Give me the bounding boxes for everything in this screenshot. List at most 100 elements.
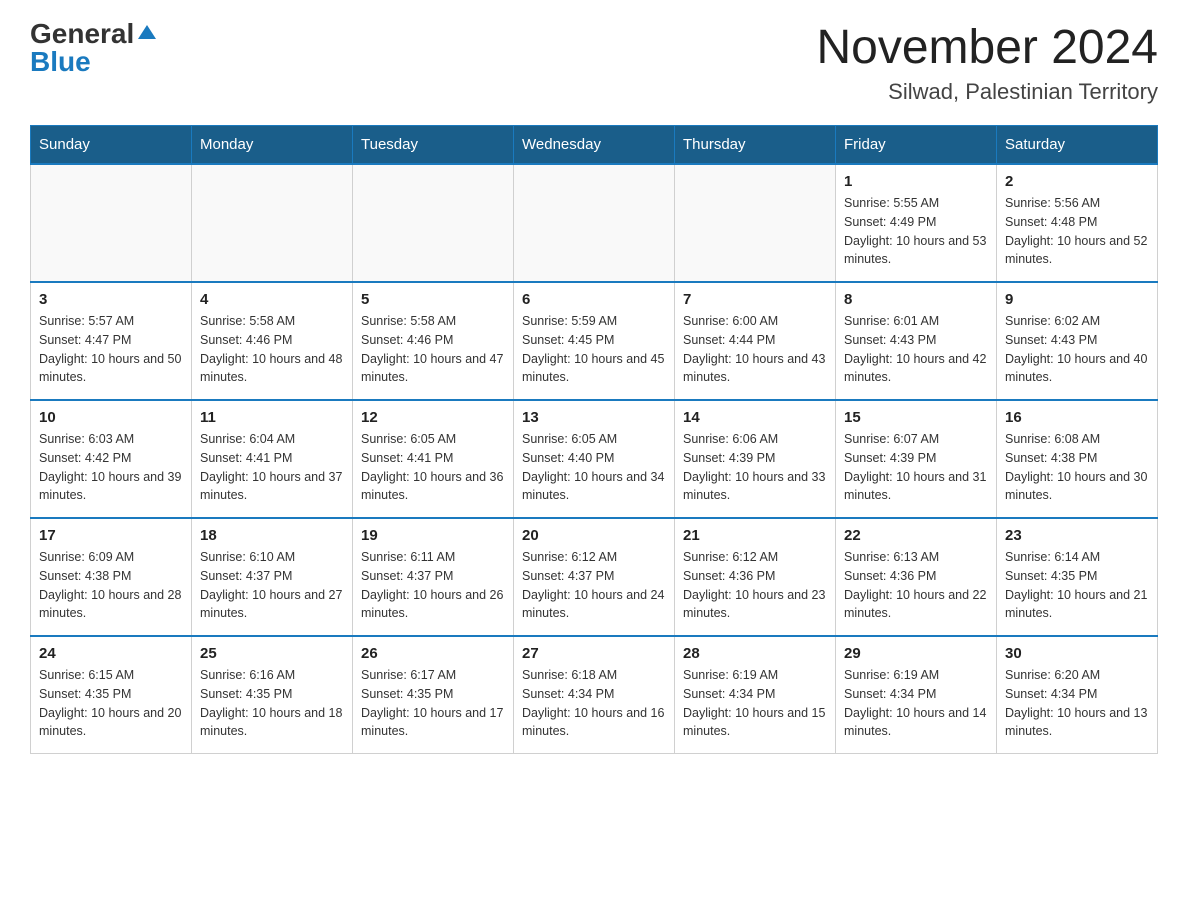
day-number: 29 bbox=[844, 645, 988, 662]
day-info: Sunrise: 6:01 AMSunset: 4:43 PMDaylight:… bbox=[844, 312, 988, 387]
day-number: 7 bbox=[683, 291, 827, 308]
calendar-cell: 14Sunrise: 6:06 AMSunset: 4:39 PMDayligh… bbox=[675, 400, 836, 518]
day-number: 5 bbox=[361, 291, 505, 308]
day-info: Sunrise: 6:00 AMSunset: 4:44 PMDaylight:… bbox=[683, 312, 827, 387]
calendar-cell: 18 Sunrise: 6:10 AMSunset: 4:37 PMDayligh… bbox=[192, 518, 353, 636]
day-number: 18 bbox=[200, 527, 344, 544]
calendar-cell: 13 Sunrise: 6:05 AMSunset: 4:40 PMDayligh… bbox=[514, 400, 675, 518]
logo-blue-text: Blue bbox=[30, 48, 91, 76]
day-number: 28 bbox=[683, 645, 827, 662]
day-number: 30 bbox=[1005, 645, 1149, 662]
calendar-week-row: 10Sunrise: 6:03 AMSunset: 4:42 PMDayligh… bbox=[31, 400, 1158, 518]
calendar-cell: 7 Sunrise: 6:00 AMSunset: 4:44 PMDaylight… bbox=[675, 282, 836, 400]
weekday-header: Thursday bbox=[675, 126, 836, 165]
page-header: General Blue November 2024 Silwad, Pales… bbox=[30, 20, 1158, 105]
day-info: Sunrise: 6:09 AMSunset: 4:38 PMDaylight:… bbox=[39, 548, 183, 623]
calendar-cell bbox=[514, 164, 675, 282]
weekday-header: Wednesday bbox=[514, 126, 675, 165]
calendar-cell: 1 Sunrise: 5:55 AMSunset: 4:49 PMDaylight… bbox=[836, 164, 997, 282]
calendar-cell: 10Sunrise: 6:03 AMSunset: 4:42 PMDayligh… bbox=[31, 400, 192, 518]
calendar-cell: 11 Sunrise: 6:04 AMSunset: 4:41 PMDayligh… bbox=[192, 400, 353, 518]
calendar-cell: 30 Sunrise: 6:20 AMSunset: 4:34 PMDayligh… bbox=[997, 636, 1158, 754]
weekday-header: Saturday bbox=[997, 126, 1158, 165]
day-number: 15 bbox=[844, 409, 988, 426]
day-info: Sunrise: 6:04 AMSunset: 4:41 PMDaylight:… bbox=[200, 430, 344, 505]
day-info: Sunrise: 5:56 AMSunset: 4:48 PMDaylight:… bbox=[1005, 194, 1149, 269]
calendar-week-row: 24 Sunrise: 6:15 AMSunset: 4:35 PMDayligh… bbox=[31, 636, 1158, 754]
calendar-cell: 29 Sunrise: 6:19 AMSunset: 4:34 PMDayligh… bbox=[836, 636, 997, 754]
calendar-cell: 24 Sunrise: 6:15 AMSunset: 4:35 PMDayligh… bbox=[31, 636, 192, 754]
day-info: Sunrise: 6:10 AMSunset: 4:37 PMDaylight:… bbox=[200, 548, 344, 623]
calendar-cell: 12 Sunrise: 6:05 AMSunset: 4:41 PMDayligh… bbox=[353, 400, 514, 518]
calendar-cell: 26Sunrise: 6:17 AMSunset: 4:35 PMDayligh… bbox=[353, 636, 514, 754]
day-number: 21 bbox=[683, 527, 827, 544]
calendar-cell bbox=[31, 164, 192, 282]
calendar-cell: 20 Sunrise: 6:12 AMSunset: 4:37 PMDayligh… bbox=[514, 518, 675, 636]
calendar-cell: 28Sunrise: 6:19 AMSunset: 4:34 PMDayligh… bbox=[675, 636, 836, 754]
calendar-cell: 27Sunrise: 6:18 AMSunset: 4:34 PMDayligh… bbox=[514, 636, 675, 754]
day-number: 23 bbox=[1005, 527, 1149, 544]
calendar-week-row: 1 Sunrise: 5:55 AMSunset: 4:49 PMDaylight… bbox=[31, 164, 1158, 282]
day-info: Sunrise: 5:59 AMSunset: 4:45 PMDaylight:… bbox=[522, 312, 666, 387]
day-info: Sunrise: 6:05 AMSunset: 4:40 PMDaylight:… bbox=[522, 430, 666, 505]
day-number: 20 bbox=[522, 527, 666, 544]
day-number: 4 bbox=[200, 291, 344, 308]
day-number: 12 bbox=[361, 409, 505, 426]
calendar-cell: 3Sunrise: 5:57 AMSunset: 4:47 PMDaylight… bbox=[31, 282, 192, 400]
day-info: Sunrise: 6:12 AMSunset: 4:37 PMDaylight:… bbox=[522, 548, 666, 623]
day-info: Sunrise: 6:19 AMSunset: 4:34 PMDaylight:… bbox=[844, 666, 988, 741]
day-info: Sunrise: 6:06 AMSunset: 4:39 PMDaylight:… bbox=[683, 430, 827, 505]
day-number: 13 bbox=[522, 409, 666, 426]
logo: General Blue bbox=[30, 20, 158, 76]
calendar-week-row: 17 Sunrise: 6:09 AMSunset: 4:38 PMDayligh… bbox=[31, 518, 1158, 636]
day-info: Sunrise: 6:18 AMSunset: 4:34 PMDaylight:… bbox=[522, 666, 666, 741]
calendar-cell: 19 Sunrise: 6:11 AMSunset: 4:37 PMDayligh… bbox=[353, 518, 514, 636]
day-number: 2 bbox=[1005, 173, 1149, 190]
calendar-cell: 16 Sunrise: 6:08 AMSunset: 4:38 PMDayligh… bbox=[997, 400, 1158, 518]
day-number: 16 bbox=[1005, 409, 1149, 426]
day-number: 19 bbox=[361, 527, 505, 544]
day-number: 24 bbox=[39, 645, 183, 662]
title-block: November 2024 Silwad, Palestinian Territ… bbox=[816, 20, 1158, 105]
day-number: 6 bbox=[522, 291, 666, 308]
weekday-header: Monday bbox=[192, 126, 353, 165]
day-info: Sunrise: 6:16 AMSunset: 4:35 PMDaylight:… bbox=[200, 666, 344, 741]
calendar-header-row: SundayMondayTuesdayWednesdayThursdayFrid… bbox=[31, 126, 1158, 165]
calendar-cell: 6 Sunrise: 5:59 AMSunset: 4:45 PMDaylight… bbox=[514, 282, 675, 400]
day-number: 11 bbox=[200, 409, 344, 426]
day-info: Sunrise: 6:15 AMSunset: 4:35 PMDaylight:… bbox=[39, 666, 183, 741]
day-number: 1 bbox=[844, 173, 988, 190]
calendar-cell: 15 Sunrise: 6:07 AMSunset: 4:39 PMDayligh… bbox=[836, 400, 997, 518]
calendar-cell bbox=[192, 164, 353, 282]
page-title: November 2024 bbox=[816, 20, 1158, 75]
day-info: Sunrise: 6:12 AMSunset: 4:36 PMDaylight:… bbox=[683, 548, 827, 623]
day-info: Sunrise: 6:05 AMSunset: 4:41 PMDaylight:… bbox=[361, 430, 505, 505]
weekday-header: Friday bbox=[836, 126, 997, 165]
day-info: Sunrise: 6:13 AMSunset: 4:36 PMDaylight:… bbox=[844, 548, 988, 623]
day-info: Sunrise: 6:02 AMSunset: 4:43 PMDaylight:… bbox=[1005, 312, 1149, 387]
day-info: Sunrise: 5:55 AMSunset: 4:49 PMDaylight:… bbox=[844, 194, 988, 269]
day-info: Sunrise: 6:11 AMSunset: 4:37 PMDaylight:… bbox=[361, 548, 505, 623]
day-number: 25 bbox=[200, 645, 344, 662]
calendar-cell: 22 Sunrise: 6:13 AMSunset: 4:36 PMDayligh… bbox=[836, 518, 997, 636]
calendar-cell: 4 Sunrise: 5:58 AMSunset: 4:46 PMDaylight… bbox=[192, 282, 353, 400]
weekday-header: Sunday bbox=[31, 126, 192, 165]
day-number: 22 bbox=[844, 527, 988, 544]
day-info: Sunrise: 6:07 AMSunset: 4:39 PMDaylight:… bbox=[844, 430, 988, 505]
day-info: Sunrise: 6:14 AMSunset: 4:35 PMDaylight:… bbox=[1005, 548, 1149, 623]
day-info: Sunrise: 5:58 AMSunset: 4:46 PMDaylight:… bbox=[200, 312, 344, 387]
day-number: 17 bbox=[39, 527, 183, 544]
logo-general-text: General bbox=[30, 20, 134, 48]
page-subtitle: Silwad, Palestinian Territory bbox=[816, 79, 1158, 105]
day-info: Sunrise: 6:08 AMSunset: 4:38 PMDaylight:… bbox=[1005, 430, 1149, 505]
day-number: 3 bbox=[39, 291, 183, 308]
day-number: 26 bbox=[361, 645, 505, 662]
calendar-week-row: 3Sunrise: 5:57 AMSunset: 4:47 PMDaylight… bbox=[31, 282, 1158, 400]
calendar-cell bbox=[353, 164, 514, 282]
calendar-cell: 8Sunrise: 6:01 AMSunset: 4:43 PMDaylight… bbox=[836, 282, 997, 400]
calendar-cell: 25 Sunrise: 6:16 AMSunset: 4:35 PMDayligh… bbox=[192, 636, 353, 754]
calendar-cell: 23 Sunrise: 6:14 AMSunset: 4:35 PMDayligh… bbox=[997, 518, 1158, 636]
day-info: Sunrise: 6:20 AMSunset: 4:34 PMDaylight:… bbox=[1005, 666, 1149, 741]
calendar-cell bbox=[675, 164, 836, 282]
calendar-cell: 2 Sunrise: 5:56 AMSunset: 4:48 PMDaylight… bbox=[997, 164, 1158, 282]
